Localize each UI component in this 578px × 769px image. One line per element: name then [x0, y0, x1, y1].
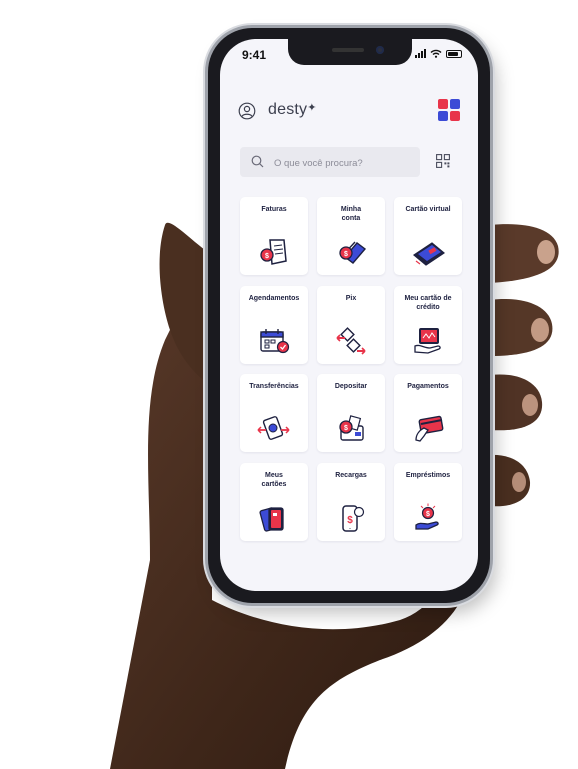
signal-icon [415, 49, 426, 58]
deposit-icon: $ [339, 415, 364, 441]
brand-logo: desty✦ [268, 101, 317, 119]
credit-card-icon [414, 328, 441, 354]
loan-icon: $ [415, 503, 439, 530]
status-icons [415, 49, 462, 58]
account-icon: $ [339, 241, 367, 264]
sparkle-icon: ✦ [307, 102, 317, 114]
transfer-icon [257, 416, 290, 440]
svg-text:$: $ [347, 515, 353, 526]
tile-transferencias[interactable]: Transferências [240, 374, 308, 452]
app-header: desty✦ [238, 97, 460, 125]
tile-meu-cartao-de-credito[interactable]: Meu cartão de crédito [394, 286, 462, 364]
tile-label: Empréstimos [405, 472, 451, 479]
phone-frame: 9:41 desty✦ O que você procura? Faturas … [208, 28, 490, 603]
tile-pagamentos[interactable]: Pagamentos [394, 374, 462, 452]
tile-label: Meus cartões [261, 472, 287, 488]
invoice-icon: $ [260, 239, 287, 265]
speaker-grille [332, 48, 364, 52]
tile-label: Faturas [261, 206, 287, 213]
tile-recargas[interactable]: Recargas $ [317, 463, 385, 541]
my-cards-icon [259, 507, 284, 532]
phone-recharge-icon: $ [342, 505, 365, 532]
tile-agendamentos[interactable]: Agendamentos [240, 286, 308, 364]
tile-meus-cartoes[interactable]: Meus cartões [240, 463, 308, 541]
svg-text:$: $ [265, 253, 269, 260]
payments-icon [415, 415, 444, 442]
qr-code-icon[interactable] [436, 154, 450, 168]
phone-screen: 9:41 desty✦ O que você procura? Faturas … [220, 39, 478, 591]
virtual-card-icon [412, 242, 446, 266]
svg-text:$: $ [344, 251, 348, 258]
tile-label: Agendamentos [248, 295, 300, 302]
search-input[interactable] [272, 147, 416, 179]
tile-label: Recargas [335, 472, 367, 479]
tile-emprestimos[interactable]: Empréstimos $ [394, 463, 462, 541]
tile-label: Depositar [334, 383, 368, 390]
tile-label: Meu cartão de crédito [404, 295, 452, 311]
profile-icon[interactable] [238, 102, 256, 120]
tile-label: Transferências [249, 383, 299, 390]
tile-faturas[interactable]: Faturas $ [240, 197, 308, 275]
tile-label: Cartão virtual [405, 206, 451, 213]
front-camera [376, 46, 384, 54]
wifi-icon [430, 49, 442, 58]
battery-icon [446, 49, 462, 58]
pix-icon [336, 327, 366, 355]
calendar-icon [260, 329, 290, 354]
status-time: 9:41 [242, 48, 267, 62]
tile-minha-conta[interactable]: Minha conta $ [317, 197, 385, 275]
tile-label: Pagamentos [407, 383, 449, 390]
phone-notch [288, 39, 412, 65]
svg-text:$: $ [426, 511, 430, 518]
menu-grid-icon[interactable] [438, 99, 460, 121]
tile-depositar[interactable]: Depositar $ [317, 374, 385, 452]
brand-name: desty [268, 101, 308, 118]
tile-label: Pix [345, 295, 357, 302]
tile-label: Minha conta [340, 206, 362, 222]
search-icon [251, 155, 264, 168]
tile-cartao-virtual[interactable]: Cartão virtual [394, 197, 462, 275]
search-bar[interactable] [240, 147, 420, 179]
tile-pix[interactable]: Pix [317, 286, 385, 364]
svg-text:$: $ [344, 425, 348, 432]
